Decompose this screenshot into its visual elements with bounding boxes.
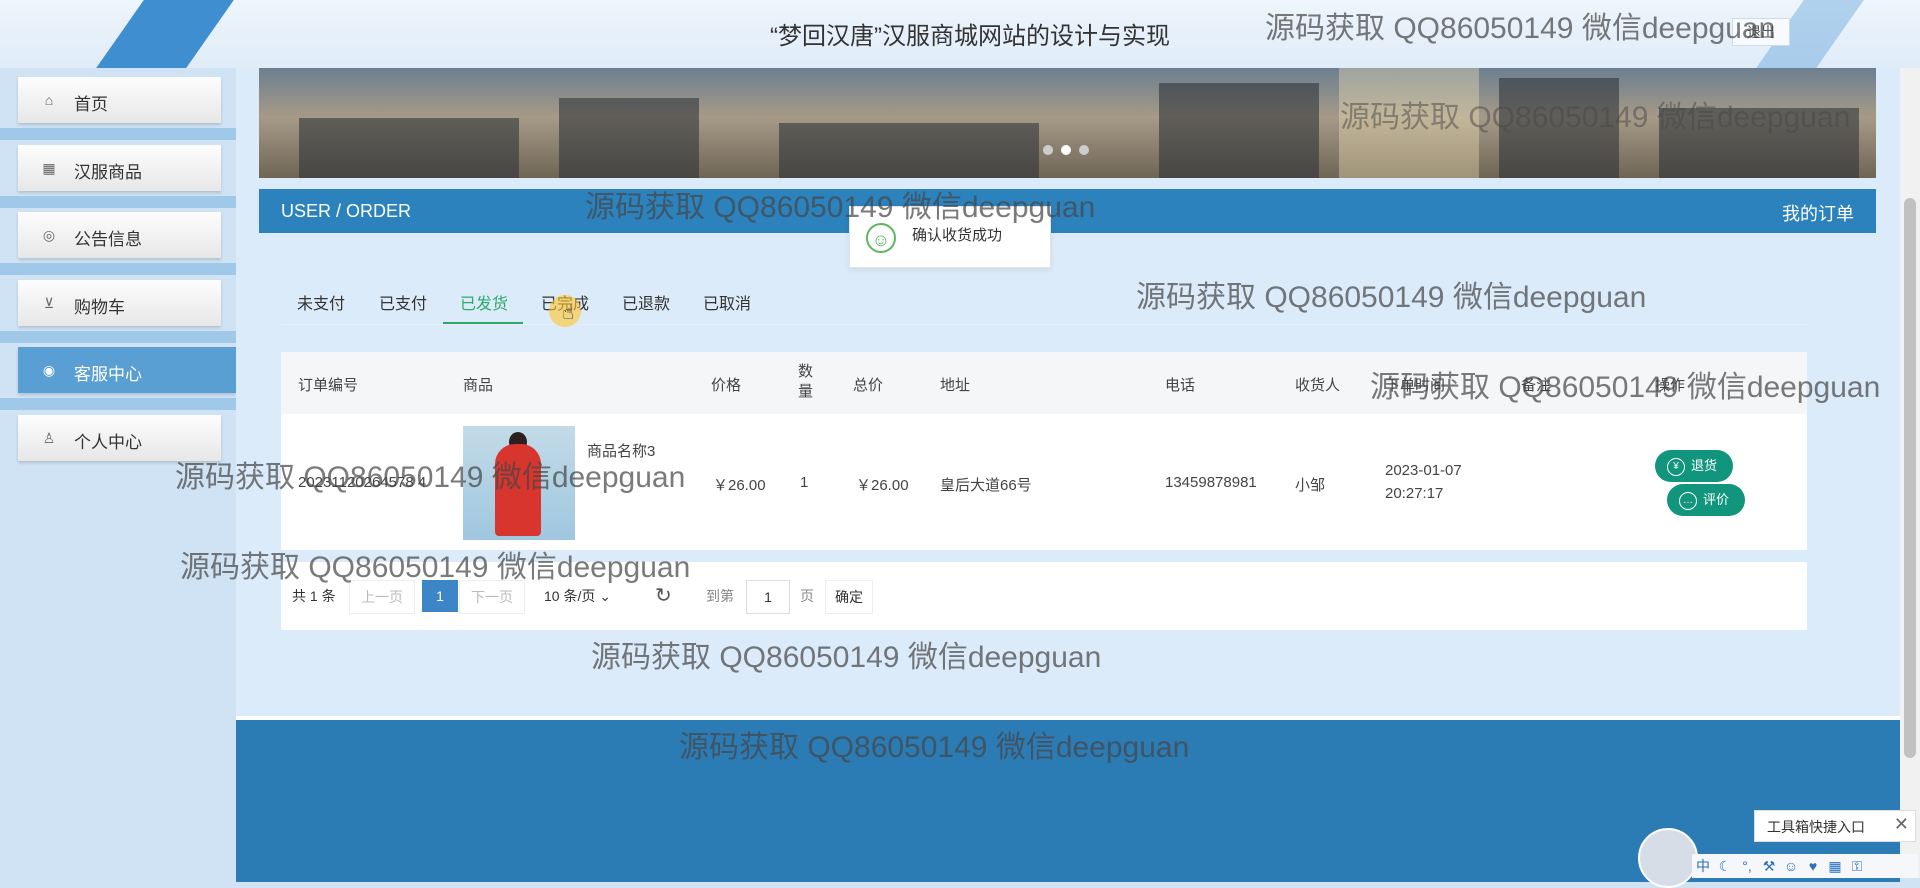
address: 皇后大道66号 [940, 477, 1032, 494]
order-date: 2023-01-07 [1385, 462, 1462, 479]
active-tab-indicator [443, 322, 523, 324]
sidebar-item-home[interactable]: ⌂ 首页 [18, 77, 221, 123]
toolbox-label: 工具箱快捷入口 [1767, 819, 1865, 835]
banner-building [299, 118, 519, 178]
sidebar-item-label: 客服中心 [74, 365, 142, 384]
ime-toolbar: 中 ☾ °, ⚒ ☺ ♥ ▦ ⚿ [1692, 854, 1918, 878]
ime-emoji-icon[interactable]: ☺ [1780, 854, 1802, 878]
sidebar-divider [0, 331, 236, 343]
column-header: 电话 [1165, 377, 1196, 394]
total-price: ￥26.00 [856, 477, 909, 494]
column-header: 收货人 [1295, 377, 1341, 394]
ime-punct-icon[interactable]: °, [1736, 854, 1758, 878]
column-header: 订单编号 [298, 377, 359, 394]
site-title: “梦回汉唐”汉服商城网站的设计与实现 [770, 23, 1170, 50]
sidebar-item-label: 汉服商品 [74, 163, 142, 182]
ime-chinese-icon[interactable]: 中 [1692, 854, 1714, 878]
carousel-dot[interactable] [1061, 145, 1071, 155]
column-header: 价格 [711, 377, 742, 394]
banner-building [1159, 83, 1319, 178]
cart-icon: ⊻ [43, 295, 55, 311]
page-size-value: 10 条/页 [544, 588, 596, 604]
watermark: 源码获取 QQ86050149 微信deepguan [175, 461, 686, 494]
chevron-down-icon: ⌄ [599, 588, 611, 604]
goto-page-input[interactable]: 1 [746, 580, 790, 614]
globe-icon: ◎ [42, 227, 56, 243]
watermark: 源码获取 QQ86050149 微信deepguan [591, 641, 1102, 674]
carousel-dot[interactable] [1079, 145, 1089, 155]
tab-shipped[interactable]: 已发货 [460, 290, 508, 314]
carousel-dot[interactable] [1043, 145, 1053, 155]
home-icon: ⌂ [44, 92, 54, 108]
sidebar-divider [0, 263, 236, 275]
sidebar-divider [0, 398, 236, 410]
watermark: 源码获取 QQ86050149 微信deepguan [1370, 371, 1881, 404]
watermark: 源码获取 QQ86050149 微信deepguan [1265, 12, 1776, 45]
quantity: 1 [800, 474, 809, 491]
section-breadcrumb: USER / ORDER [281, 201, 412, 221]
review-button[interactable]: … 评价 [1667, 484, 1745, 516]
scrollbar-thumb[interactable] [1904, 198, 1916, 758]
phone: 13459878981 [1165, 474, 1257, 491]
ime-tool-icon[interactable]: ⚒ [1758, 854, 1780, 878]
watermark: 源码获取 QQ86050149 微信deepguan [180, 551, 691, 584]
column-header: 总价 [853, 377, 884, 394]
user-icon: ♙ [42, 430, 56, 446]
column-header: 商品 [463, 377, 494, 394]
banner-building [559, 98, 699, 178]
sidebar-item-goods[interactable]: ▦ 汉服商品 [18, 145, 221, 191]
sidebar-item-label: 个人中心 [74, 433, 142, 452]
toast-message: 确认收货成功 [912, 227, 1003, 244]
return-label: 退货 [1691, 458, 1718, 473]
receiver: 小邹 [1295, 477, 1326, 494]
scrollbar[interactable] [1900, 68, 1920, 878]
header-decoration [96, 0, 234, 68]
carousel-dots [1043, 142, 1097, 160]
comment-icon: … [1679, 491, 1697, 510]
banner-building [779, 123, 1039, 178]
close-icon[interactable]: ✕ [1894, 814, 1909, 835]
tabs-divider [281, 324, 1807, 325]
watermark: 源码获取 QQ86050149 微信deepguan [679, 731, 1190, 764]
tab-paid[interactable]: 已支付 [379, 290, 427, 314]
tab-unpaid[interactable]: 未支付 [297, 290, 345, 314]
order-time: 20:27:17 [1385, 485, 1444, 502]
sidebar-item-label: 公告信息 [74, 230, 142, 249]
watermark: 源码获取 QQ86050149 微信deepguan [585, 191, 1096, 224]
tab-cancelled[interactable]: 已取消 [703, 290, 751, 314]
ime-moon-icon[interactable]: ☾ [1714, 854, 1736, 878]
tab-refunded[interactable]: 已退款 [622, 290, 670, 314]
column-header: 地址 [940, 377, 971, 394]
watermark: 源码获取 QQ86050149 微信deepguan [1136, 281, 1647, 314]
goods-icon: ▦ [42, 160, 56, 176]
toolbox-shortcut[interactable]: 工具箱快捷入口 ✕ [1754, 810, 1916, 842]
yen-icon: ¥ [1667, 457, 1685, 476]
section-title: 我的订单 [1782, 204, 1854, 224]
sidebar-item-notices[interactable]: ◎ 公告信息 [18, 212, 221, 258]
sidebar-divider [0, 196, 236, 208]
ime-skin-icon[interactable]: ♥ [1802, 854, 1824, 878]
sidebar-item-label: 购物车 [74, 298, 125, 317]
smile-icon: ☺ [866, 223, 896, 253]
sidebar-divider [0, 128, 236, 140]
hand-cursor-icon: ☝ [562, 302, 575, 324]
page-unit-label: 页 [800, 588, 814, 604]
sidebar-item-label: 首页 [74, 95, 108, 114]
goto-label: 到第 [706, 588, 734, 604]
ime-lock-icon[interactable]: ⚿ [1846, 854, 1868, 878]
review-label: 评价 [1703, 492, 1730, 507]
watermark: 源码获取 QQ86050149 微信deepguan [1340, 101, 1851, 134]
sidebar-item-service[interactable]: ◉ 客服中心 [18, 347, 236, 393]
return-button[interactable]: ¥ 退货 [1655, 450, 1733, 482]
chat-icon: ◉ [42, 362, 56, 378]
column-header: 数量 [798, 363, 814, 400]
confirm-button[interactable]: 确定 [825, 580, 873, 614]
assistant-robot-icon[interactable] [1638, 828, 1698, 888]
price: ￥26.00 [713, 477, 766, 494]
ime-grid-icon[interactable]: ▦ [1824, 854, 1846, 878]
sidebar-item-cart[interactable]: ⊻ 购物车 [18, 280, 221, 326]
